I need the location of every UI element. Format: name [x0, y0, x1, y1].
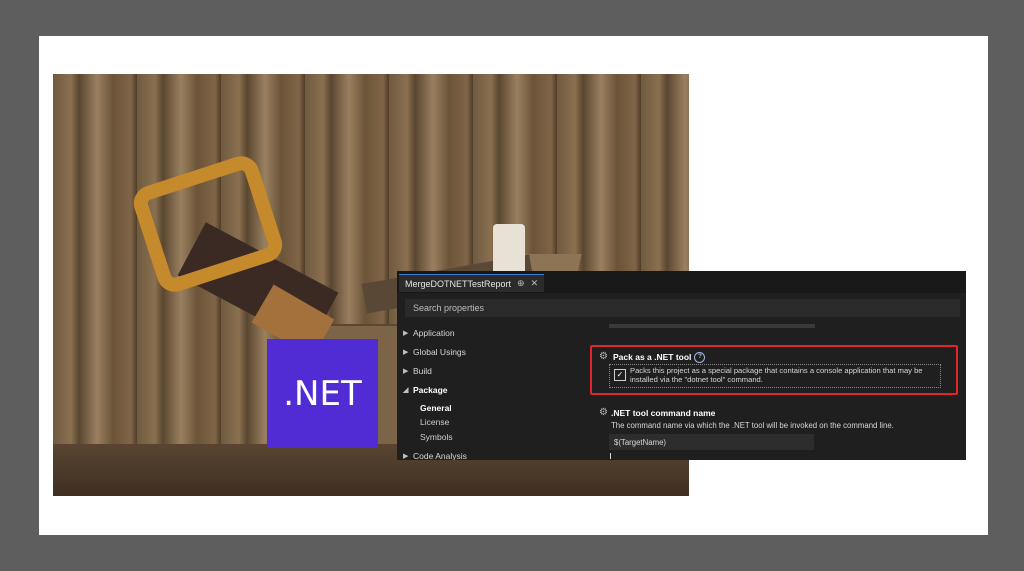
pack-tool-title-text: Pack as a .NET tool: [613, 352, 692, 362]
nav-item-label: Code Analysis: [413, 451, 467, 460]
dotnet-logo: .NET: [267, 339, 378, 448]
nav-item-label: Global Usings: [413, 347, 466, 357]
properties-nav: ▶ Application ▶ Global Usings ▶ Build ◢ …: [397, 323, 587, 460]
chevron-right-icon: ▶: [403, 368, 409, 375]
search-input[interactable]: Search properties: [405, 299, 960, 317]
nav-sub-label: General: [420, 403, 452, 413]
chevron-down-icon: ◢: [403, 387, 409, 394]
nav-item-license[interactable]: License: [420, 417, 449, 427]
vs-properties-panel: MergeDOTNETTestReport ⊕ ✕ Search propert…: [397, 271, 966, 460]
pin-icon[interactable]: ⊕: [517, 278, 525, 289]
nav-item-general[interactable]: General: [420, 403, 452, 413]
command-name-value: $(TargetName): [614, 437, 666, 447]
nav-item-symbols[interactable]: Symbols: [420, 432, 453, 442]
close-icon[interactable]: ✕: [531, 278, 539, 289]
command-name-description: The command name via which the .NET tool…: [611, 421, 894, 430]
nav-item-package[interactable]: ◢ Package: [403, 385, 448, 395]
nav-item-label: Build: [413, 366, 432, 376]
nav-item-label: Package: [413, 385, 448, 395]
chevron-right-icon: ▶: [403, 330, 409, 337]
section-divider: [609, 324, 815, 328]
gear-icon: ⚙: [599, 351, 608, 362]
text-caret: [610, 453, 611, 459]
chevron-right-icon: ▶: [403, 349, 409, 356]
pack-tool-description-line1: Packs this project as a special package …: [630, 366, 923, 375]
help-icon[interactable]: ?: [694, 352, 706, 364]
nav-sub-label: Symbols: [420, 432, 453, 442]
command-name-title: .NET tool command name: [611, 408, 716, 418]
dotnet-logo-text: .NET: [283, 373, 362, 414]
pack-tool-checkbox[interactable]: ✓: [614, 369, 626, 381]
chevron-right-icon: ▶: [403, 453, 409, 460]
gear-icon: ⚙: [599, 407, 608, 418]
nav-item-label: Application: [413, 328, 455, 338]
tab-bar: MergeDOTNETTestReport ⊕ ✕: [397, 271, 966, 293]
nav-item-application[interactable]: ▶ Application: [403, 328, 455, 338]
pack-tool-description: Packs this project as a special package …: [630, 366, 938, 384]
pack-tool-description-line2: installed via the "dotnet tool" command.: [630, 375, 763, 384]
search-placeholder: Search properties: [413, 303, 485, 313]
nav-sub-label: License: [420, 417, 450, 427]
nav-item-code-analysis[interactable]: ▶ Code Analysis: [403, 451, 467, 460]
nav-item-build[interactable]: ▶ Build: [403, 366, 432, 376]
tab-title: MergeDOTNETTestReport: [405, 278, 512, 289]
tab-project-properties[interactable]: MergeDOTNETTestReport ⊕ ✕: [399, 274, 545, 292]
pack-tool-checkbox-row[interactable]: ✓ Packs this project as a special packag…: [609, 364, 941, 388]
command-name-input[interactable]: $(TargetName): [609, 434, 814, 450]
nav-item-global-usings[interactable]: ▶ Global Usings: [403, 347, 466, 357]
pack-tool-title: Pack as a .NET tool?: [613, 352, 706, 364]
